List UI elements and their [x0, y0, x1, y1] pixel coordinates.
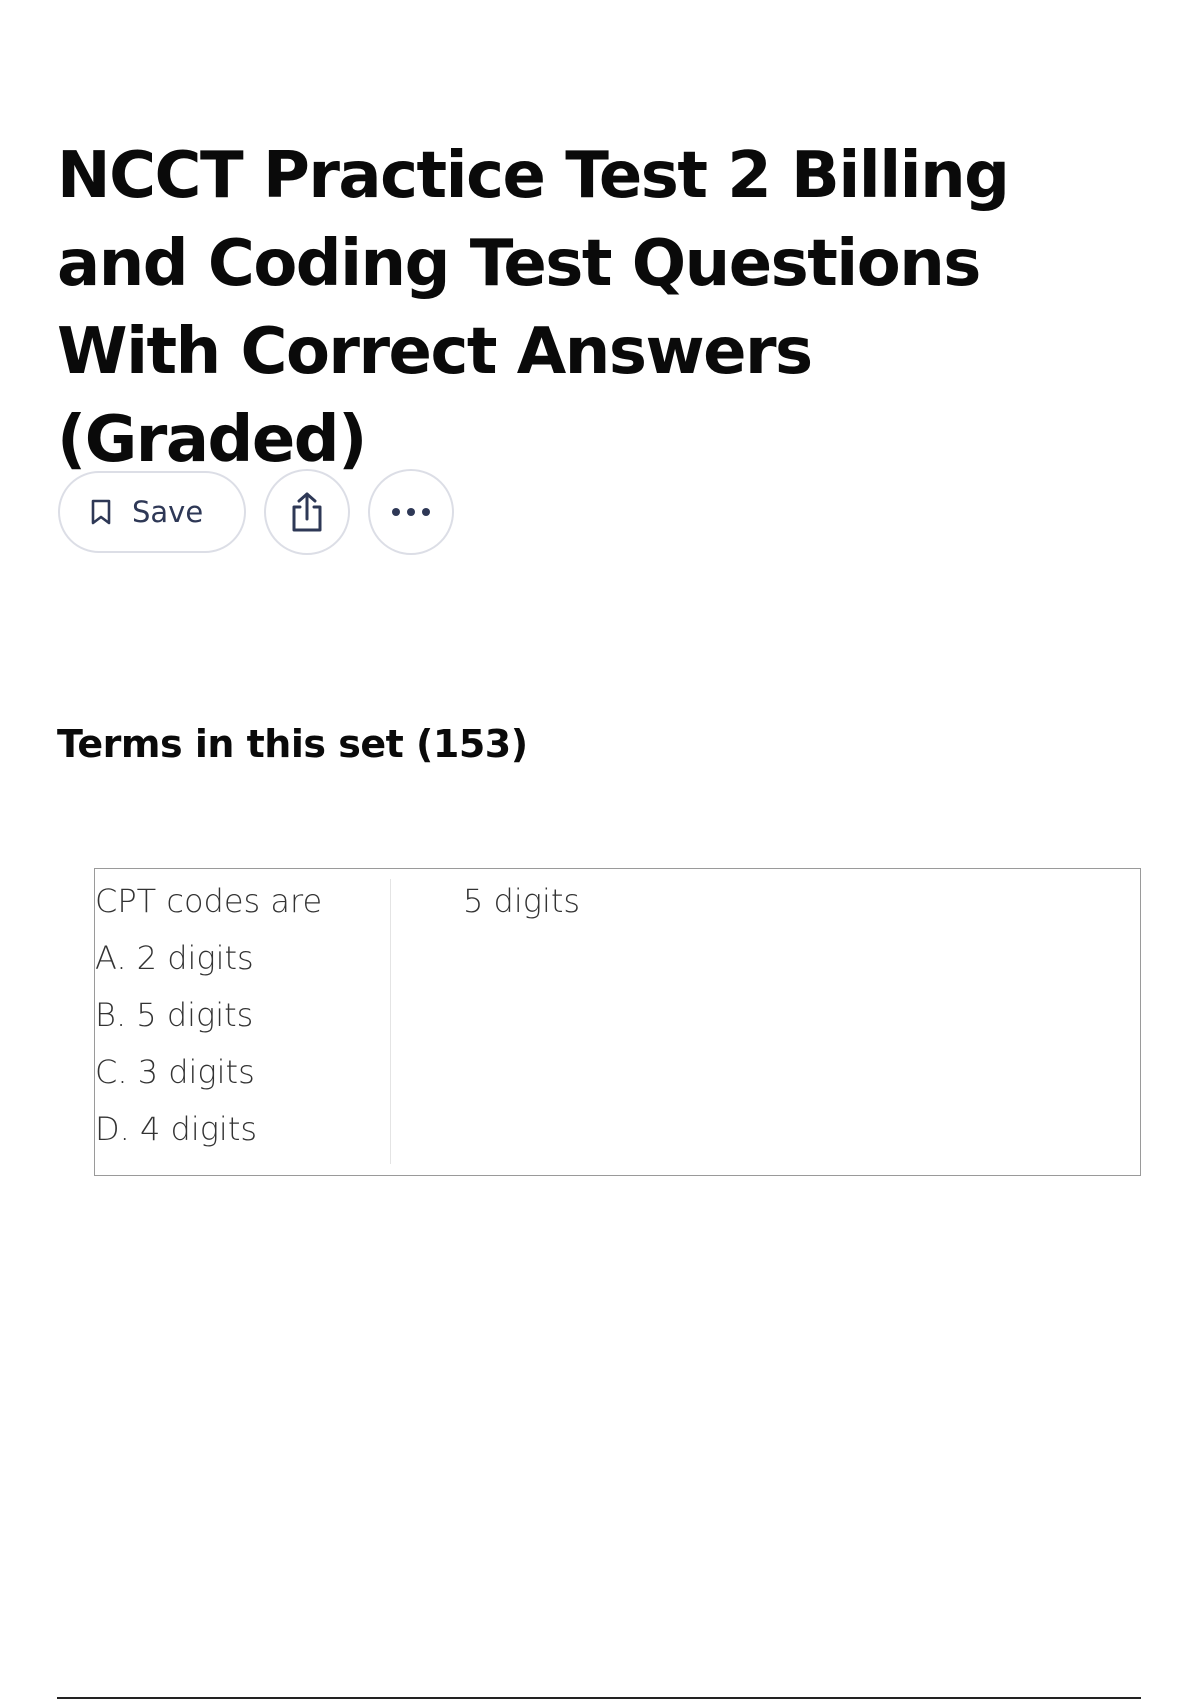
share-icon	[288, 491, 326, 533]
save-button-label: Save	[132, 495, 204, 529]
more-options-icon	[390, 507, 432, 517]
term-answer: 5 digits	[463, 882, 581, 920]
term-question-line: A. 2 digits	[95, 939, 254, 977]
term-question-line: B. 5 digits	[95, 996, 254, 1034]
term-question-line: D. 4 digits	[95, 1110, 258, 1148]
page-title: NCCT Practice Test 2 Billing and Coding …	[57, 139, 1010, 477]
term-question: CPT codes are A. 2 digits B. 5 digits C.…	[95, 873, 385, 1158]
term-question-line: C. 3 digits	[95, 1053, 255, 1091]
action-bar: Save	[58, 469, 454, 555]
terms-count-heading: Terms in this set (153)	[57, 722, 528, 766]
save-button[interactable]: Save	[58, 471, 246, 553]
term-divider	[390, 879, 391, 1164]
share-button[interactable]	[264, 469, 350, 555]
more-options-button[interactable]	[368, 469, 454, 555]
bookmark-icon	[90, 498, 112, 526]
term-card[interactable]: CPT codes are A. 2 digits B. 5 digits C.…	[94, 868, 1141, 1176]
term-question-line: CPT codes are	[95, 882, 323, 920]
bottom-divider	[57, 1697, 1141, 1699]
